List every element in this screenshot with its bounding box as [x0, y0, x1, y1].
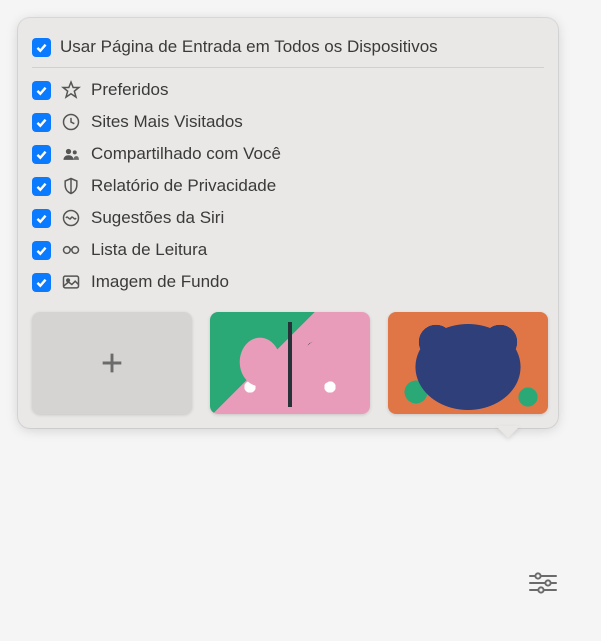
use-start-page-checkbox[interactable]	[32, 38, 51, 57]
option-privacy-checkbox[interactable]	[32, 177, 51, 196]
option-reading-list-row[interactable]: Lista de Leitura	[32, 234, 544, 266]
glasses-icon	[60, 239, 82, 261]
shield-icon	[60, 175, 82, 197]
option-privacy-row[interactable]: Relatório de Privacidade	[32, 170, 544, 202]
option-favorites-checkbox[interactable]	[32, 81, 51, 100]
option-shared-checkbox[interactable]	[32, 145, 51, 164]
option-shared-row[interactable]: Compartilhado com Você	[32, 138, 544, 170]
option-frequently-visited-checkbox[interactable]	[32, 113, 51, 132]
option-reading-list-checkbox[interactable]	[32, 241, 51, 260]
star-icon	[60, 79, 82, 101]
start-page-settings-popover: Usar Página de Entrada em Todos os Dispo…	[18, 18, 558, 428]
option-frequently-visited-row[interactable]: Sites Mais Visitados	[32, 106, 544, 138]
clock-icon	[60, 111, 82, 133]
option-siri-row[interactable]: Sugestões da Siri	[32, 202, 544, 234]
picture-icon	[60, 271, 82, 293]
option-background-row[interactable]: Imagem de Fundo	[32, 266, 544, 298]
option-shared-label: Compartilhado com Você	[91, 144, 281, 164]
option-background-checkbox[interactable]	[32, 273, 51, 292]
option-siri-label: Sugestões da Siri	[91, 208, 224, 228]
background-thumb-bear[interactable]	[388, 312, 548, 414]
settings-toggle-button[interactable]	[521, 561, 565, 605]
people-icon	[60, 143, 82, 165]
use-start-page-row[interactable]: Usar Página de Entrada em Todos os Dispo…	[32, 32, 544, 68]
option-reading-list-label: Lista de Leitura	[91, 240, 207, 260]
siri-icon	[60, 207, 82, 229]
background-thumbnails	[32, 312, 544, 414]
option-background-label: Imagem de Fundo	[91, 272, 229, 292]
option-siri-checkbox[interactable]	[32, 209, 51, 228]
option-privacy-label: Relatório de Privacidade	[91, 176, 276, 196]
background-thumb-butterfly[interactable]	[210, 312, 370, 414]
option-favorites-row[interactable]: Preferidos	[32, 74, 544, 106]
use-start-page-label: Usar Página de Entrada em Todos os Dispo…	[60, 37, 438, 57]
add-background-button[interactable]	[32, 312, 192, 414]
option-frequently-visited-label: Sites Mais Visitados	[91, 112, 243, 132]
option-favorites-label: Preferidos	[91, 80, 168, 100]
